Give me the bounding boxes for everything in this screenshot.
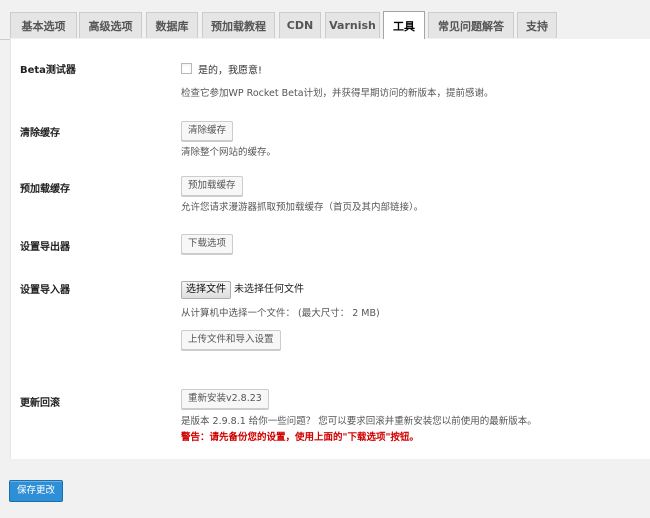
reinstall-button[interactable]: 重新安装v2.8.23: [181, 389, 269, 409]
rollback-label: 更新回滚: [20, 398, 60, 409]
beta-checkbox-wrapper[interactable]: 是的，我愿意!: [181, 63, 262, 76]
choose-file-button[interactable]: 选择文件: [181, 281, 231, 299]
rollback-warning: 警告：请先备份您的设置，使用上面的"下载选项"按钮。: [181, 432, 419, 443]
beta-field: 是的，我愿意! 检查它参加WP Rocket Beta计划，并获得早期访问的新版…: [181, 61, 494, 99]
beta-checkbox[interactable]: [181, 63, 192, 74]
upload-button-wrapper: 上传文件和导入设置: [181, 330, 380, 350]
rollback-field: 重新安装v2.8.23 是版本 2.9.8.1 给你一些问题？ 您可以要求回滚并…: [181, 389, 537, 443]
preload-cache-description: 允许您请求漫游器抓取预加载缓存（首页及其内部链接）。: [181, 202, 424, 213]
settings-tabs: 基本选项 高级选项 数据库 预加载教程 CDN Varnish 工具 常见问题解…: [0, 0, 650, 40]
beta-label: Beta测试器: [20, 65, 76, 76]
tab-support[interactable]: 支持: [517, 12, 557, 38]
clear-cache-button[interactable]: 清除缓存: [181, 121, 234, 141]
tab-preload-tutorial[interactable]: 预加载教程: [202, 12, 275, 38]
clear-cache-label: 清除缓存: [20, 128, 60, 139]
tab-faq[interactable]: 常见问题解答: [428, 12, 514, 38]
preload-cache-label: 预加载缓存: [20, 184, 70, 195]
tab-tools[interactable]: 工具: [383, 11, 425, 39]
clear-cache-field: 清除缓存 清除整个网站的缓存。: [181, 121, 276, 158]
beta-checkbox-label[interactable]: 是的，我愿意!: [198, 65, 262, 76]
tab-varnish[interactable]: Varnish: [325, 12, 380, 38]
tab-cdn[interactable]: CDN: [279, 12, 321, 38]
export-field: 下载选项: [181, 234, 234, 254]
clear-cache-description: 清除整个网站的缓存。: [181, 147, 277, 158]
rollback-description: 是版本 2.9.8.1 给你一些问题？ 您可以要求回滚并重新安装您以前使用的最新…: [181, 416, 537, 427]
tab-advanced-options[interactable]: 高级选项: [79, 12, 142, 38]
beta-description: 检查它参加WP Rocket Beta计划，并获得早期访问的新版本，提前感谢。: [181, 88, 494, 99]
preload-cache-field: 预加载缓存 允许您请求漫游器抓取预加载缓存（首页及其内部链接）。: [181, 176, 423, 213]
tab-database[interactable]: 数据库: [146, 12, 198, 38]
import-label: 设置导入器: [20, 285, 70, 296]
save-changes-button[interactable]: 保存更改: [9, 480, 64, 502]
download-options-button[interactable]: 下载选项: [181, 234, 234, 254]
tools-panel: Beta测试器 是的，我愿意! 检查它参加WP Rocket Beta计划，并获…: [10, 39, 650, 459]
import-description: 从计算机中选择一个文件： (最大尺寸： 2 MB): [181, 308, 380, 319]
export-label: 设置导出器: [20, 242, 70, 253]
import-field: 选择文件 未选择任何文件 从计算机中选择一个文件： (最大尺寸： 2 MB) 上传…: [181, 280, 380, 350]
file-status: 未选择任何文件: [234, 284, 304, 295]
tab-basic-options[interactable]: 基本选项: [10, 12, 77, 38]
upload-import-button[interactable]: 上传文件和导入设置: [181, 330, 281, 350]
preload-cache-button[interactable]: 预加载缓存: [181, 176, 243, 196]
